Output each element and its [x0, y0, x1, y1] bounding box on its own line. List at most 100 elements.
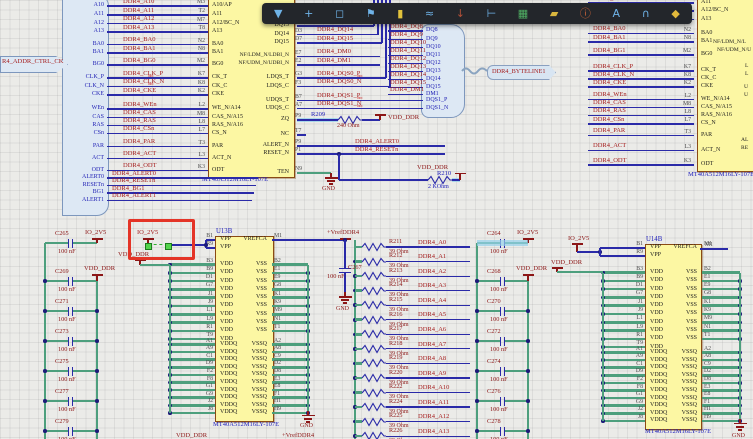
- wire[interactable]: [107, 64, 208, 65]
- pin-name[interactable]: ACT_N: [701, 147, 720, 153]
- wire[interactable]: [500, 367, 502, 376]
- net-label[interactable]: DDR4_BA1: [123, 46, 156, 53]
- resistor-value[interactable]: 240 Ohm: [337, 123, 360, 129]
- wire[interactable]: [307, 265, 310, 415]
- wire[interactable]: [588, 86, 694, 87]
- wire[interactable]: [68, 277, 70, 286]
- wire[interactable]: [386, 363, 470, 364]
- wire[interactable]: [355, 275, 362, 278]
- net-label[interactable]: DDR4_A0: [418, 240, 446, 247]
- net-label[interactable]: DDR4_ACT: [593, 143, 626, 150]
- wire[interactable]: [169, 265, 172, 413]
- capacitor-ref[interactable]: C273: [55, 329, 69, 336]
- power-net-label[interactable]: IO_2V5: [568, 236, 589, 243]
- capacitor-value[interactable]: 100 nF: [490, 249, 508, 256]
- net-label[interactable]: DDR4_A7: [418, 342, 446, 349]
- harness-cable[interactable]: [462, 66, 488, 76]
- wire[interactable]: [388, 94, 423, 95]
- resistor-symbol[interactable]: [362, 402, 386, 412]
- pin-name[interactable]: CKE: [701, 83, 713, 89]
- harness-entry[interactable]: DQ9: [426, 36, 438, 42]
- wire[interactable]: [72, 239, 74, 248]
- resistor-ref[interactable]: R212: [389, 253, 402, 260]
- wire[interactable]: [68, 397, 70, 406]
- text-icon[interactable]: A: [613, 8, 621, 19]
- filter-icon[interactable]: ▼: [274, 8, 282, 19]
- pin-name[interactable]: BA1: [701, 38, 712, 44]
- resistor-symbol[interactable]: [362, 257, 386, 267]
- pin-name[interactable]: NF/UDM_N/U: [717, 48, 751, 54]
- pin-name[interactable]: A13: [701, 16, 711, 22]
- wire[interactable]: [355, 377, 362, 380]
- wire[interactable]: [206, 247, 215, 248]
- pin-name[interactable]: L: [745, 72, 748, 78]
- net-label[interactable]: DDR4_A2: [418, 269, 446, 276]
- wire[interactable]: [107, 94, 208, 95]
- net-label[interactable]: DDR4_CSn: [593, 117, 624, 124]
- polygon-icon[interactable]: ◆: [671, 8, 679, 19]
- pin-name[interactable]: U: [744, 93, 748, 99]
- wire[interactable]: [504, 277, 506, 286]
- net-label[interactable]: DDR4_DQS1_P: [317, 93, 360, 100]
- power-net-label[interactable]: VDD_DDR: [388, 115, 419, 122]
- wire[interactable]: [386, 305, 470, 306]
- wire[interactable]: [355, 435, 362, 438]
- wire[interactable]: [355, 362, 362, 365]
- net-label[interactable]: DDR4_BA1: [593, 35, 626, 42]
- resistor-symbol[interactable]: [362, 373, 386, 383]
- wire[interactable]: [355, 304, 362, 307]
- wire[interactable]: [588, 164, 694, 165]
- wire[interactable]: [272, 330, 308, 333]
- wire[interactable]: [107, 146, 208, 147]
- wire[interactable]: [297, 64, 380, 65]
- net-label[interactable]: DDR4_DQ8: [390, 24, 423, 31]
- net-label[interactable]: DDR4_CAS: [123, 110, 156, 117]
- wire[interactable]: [355, 348, 362, 351]
- harness-entry[interactable]: CSn: [64, 130, 104, 136]
- harness-entry[interactable]: A11: [64, 11, 104, 17]
- net-label[interactable]: DDR4_A12: [123, 16, 154, 23]
- net-label[interactable]: DDR4_CLK_P: [123, 71, 163, 78]
- wire[interactable]: [700, 248, 728, 249]
- wire[interactable]: [588, 123, 694, 124]
- pin-name[interactable]: A12/BC_N: [701, 7, 728, 13]
- annotation-io2v5-label[interactable]: IO_2V5: [137, 230, 158, 237]
- wire[interactable]: [140, 264, 170, 267]
- wire[interactable]: [477, 310, 500, 313]
- pin-name[interactable]: NF/LDM_N/L: [713, 40, 746, 46]
- resistor-ref[interactable]: R220: [389, 370, 402, 377]
- pin-name[interactable]: A11: [701, 0, 711, 6]
- wire[interactable]: [588, 135, 694, 136]
- resistor-ref[interactable]: R214: [389, 282, 402, 289]
- wire-vertex-handle[interactable]: [165, 243, 172, 250]
- harness-entry[interactable]: BA0: [64, 41, 104, 47]
- power-net-label[interactable]: VDD_DDR: [84, 266, 115, 273]
- capacitor-value[interactable]: 100 nF: [490, 407, 508, 414]
- pin-name[interactable]: BG0: [701, 51, 712, 57]
- net-label[interactable]: DDR4_BG0: [123, 58, 156, 65]
- net-label[interactable]: DDR4_A11: [123, 8, 154, 15]
- measure-icon[interactable]: ⊢: [487, 8, 497, 19]
- power-net-label[interactable]: IO_2V5: [517, 230, 538, 237]
- net-label[interactable]: DDR4_A1: [418, 254, 446, 261]
- pin-name[interactable]: AL: [741, 138, 748, 144]
- wire[interactable]: [68, 239, 70, 248]
- power-net-label[interactable]: +VrefDDR4: [282, 433, 314, 439]
- net-label[interactable]: DDR4_WEn: [593, 92, 627, 99]
- net-label[interactable]: DDR4_A4: [418, 298, 446, 305]
- wire[interactable]: [344, 240, 345, 268]
- pin-name[interactable]: RAS_N/A16: [701, 112, 732, 118]
- wire[interactable]: [386, 392, 470, 393]
- resistor-symbol[interactable]: [362, 358, 386, 368]
- resistor-symbol[interactable]: [362, 417, 386, 427]
- wire[interactable]: [588, 41, 694, 42]
- net-label[interactable]: DDR4_BG1: [593, 48, 626, 55]
- capacitor-ref[interactable]: C276: [487, 389, 501, 396]
- net-label[interactable]: DDR4_A9: [418, 371, 446, 378]
- wire[interactable]: [504, 310, 528, 313]
- wire[interactable]: [504, 370, 528, 373]
- net-label[interactable]: DDR4_DQ11: [390, 48, 426, 55]
- net-label[interactable]: DDR4_CSn: [123, 126, 154, 133]
- resistor-symbol[interactable]: [362, 315, 386, 325]
- wire[interactable]: [386, 348, 470, 349]
